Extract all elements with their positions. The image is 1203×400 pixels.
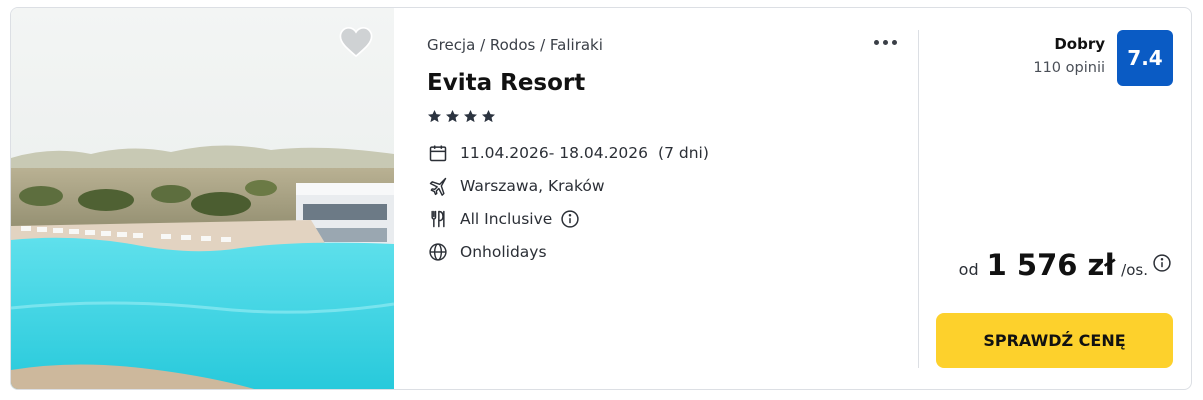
price-amount: 1 576 zł xyxy=(986,248,1116,282)
star-icon xyxy=(464,109,477,123)
board-row: All Inclusive xyxy=(427,208,580,230)
hotel-photo-image xyxy=(11,8,394,389)
check-price-button[interactable]: SPRAWDŹ CENĘ xyxy=(936,313,1173,368)
cutlery-icon xyxy=(427,208,449,230)
hotel-stars xyxy=(427,109,496,124)
price-prefix: od xyxy=(958,260,979,279)
board-info-icon[interactable] xyxy=(560,209,580,229)
departure-row: Warszawa, Kraków xyxy=(427,175,605,197)
globe-icon xyxy=(427,241,449,263)
plane-icon xyxy=(427,175,449,197)
trip-duration: (7 dni) xyxy=(658,144,709,162)
location-breadcrumb[interactable]: Grecja / Rodos / Faliraki xyxy=(427,36,603,54)
departure-cities: Warszawa, Kraków xyxy=(460,177,605,195)
favorite-heart-icon[interactable] xyxy=(339,26,373,58)
price: od 1 576 zł /os. xyxy=(959,248,1172,282)
divider xyxy=(918,30,919,368)
star-icon xyxy=(482,109,495,123)
rating-label: Dobry xyxy=(1054,35,1105,53)
offer-card[interactable]: Grecja / Rodos / Faliraki Evita Resort 1… xyxy=(10,7,1192,390)
more-options-icon[interactable] xyxy=(867,30,903,54)
star-icon xyxy=(446,109,459,123)
travel-dates: 11.04.2026- 18.04.2026 xyxy=(460,144,649,162)
price-per-person: /os. xyxy=(1121,261,1148,279)
price-info-icon[interactable] xyxy=(1152,253,1172,273)
dates-row: 11.04.2026- 18.04.2026 (7 dni) xyxy=(427,142,709,164)
review-count[interactable]: 110 opinii xyxy=(1033,60,1105,76)
hotel-photo[interactable] xyxy=(11,8,394,389)
rating-score-badge: 7.4 xyxy=(1117,30,1173,86)
operator-row: Onholidays xyxy=(427,241,547,263)
calendar-icon xyxy=(427,142,449,164)
board-type: All Inclusive xyxy=(460,210,553,228)
offer-details: Grecja / Rodos / Faliraki Evita Resort 1… xyxy=(427,8,907,389)
hotel-title[interactable]: Evita Resort xyxy=(427,70,585,96)
star-icon xyxy=(428,109,441,123)
tour-operator: Onholidays xyxy=(460,243,547,261)
